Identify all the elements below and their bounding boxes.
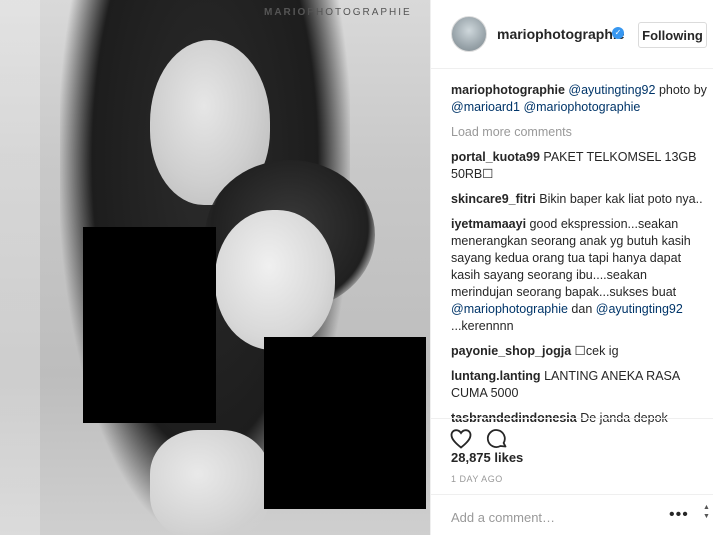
redaction-box: [264, 337, 426, 509]
list-item: payonie_shop_jogja ☐cek ig: [451, 343, 709, 360]
list-item: skincare9_fitri Bikin baper kak liat pot…: [451, 191, 709, 208]
comment-text: dan: [571, 302, 593, 316]
comment-text: Bikin baper kak liat poto nya..: [539, 192, 703, 206]
action-bar: [431, 418, 713, 449]
post-header: mariophotographie ✓ Following: [431, 0, 713, 69]
comment-username[interactable]: portal_kuota99: [451, 150, 540, 164]
mention-link[interactable]: @mariophotographie: [451, 302, 568, 316]
comment-username[interactable]: payonie_shop_jogja: [451, 344, 571, 358]
header-username[interactable]: mariophotographie: [497, 26, 625, 42]
speech-bubble-icon[interactable]: [485, 427, 509, 451]
post-timestamp: 1 DAY AGO: [451, 474, 503, 484]
mention-link[interactable]: @ayutingting92: [568, 83, 655, 97]
comment-text: ...kerennnn: [451, 319, 514, 333]
verified-badge-icon: ✓: [612, 27, 624, 39]
mention-link[interactable]: @mariophotographie: [523, 100, 640, 114]
instagram-post: MARIOPHOTOGRAPHIE mariophotographie ✓ Fo…: [0, 0, 713, 535]
comments-list: mariophotographie @ayutingting92 photo b…: [451, 82, 709, 435]
comment-username[interactable]: mariophotographie: [451, 83, 565, 97]
list-item: iyetmamaayi good ekspression...seakan me…: [451, 216, 709, 335]
list-item: luntang.lanting LANTING ANEKA RASA CUMA …: [451, 368, 709, 402]
photo-watermark: MARIOPHOTOGRAPHIE: [264, 7, 412, 18]
post-photo[interactable]: MARIOPHOTOGRAPHIE: [0, 0, 430, 535]
photo-child-face: [215, 210, 335, 350]
like-count[interactable]: 28,875 likes: [451, 450, 523, 465]
caption: mariophotographie @ayutingting92 photo b…: [451, 82, 709, 116]
heart-icon[interactable]: [449, 427, 473, 451]
following-button[interactable]: Following: [638, 22, 707, 48]
add-comment-bar: ••• ▲▼: [431, 494, 713, 536]
comment-input[interactable]: [449, 507, 673, 527]
comment-username[interactable]: iyetmamaayi: [451, 217, 526, 231]
mention-link[interactable]: @marioard1: [451, 100, 520, 114]
post-side-panel: mariophotographie ✓ Following mariophoto…: [430, 0, 713, 535]
photo-arm: [150, 430, 270, 535]
avatar[interactable]: [451, 16, 487, 52]
comment-username[interactable]: skincare9_fitri: [451, 192, 536, 206]
comment-text: ☐cek ig: [574, 344, 619, 358]
load-more-comments-link[interactable]: Load more comments: [451, 124, 709, 141]
scrollbar[interactable]: ▲ ▼: [703, 503, 710, 521]
mention-link[interactable]: @ayutingting92: [596, 302, 683, 316]
caption-text: photo by: [658, 83, 707, 97]
list-item: portal_kuota99 PAKET TELKOMSEL 13GB 50RB…: [451, 149, 709, 183]
comment-username[interactable]: luntang.lanting: [451, 369, 541, 383]
redaction-box: [83, 227, 216, 423]
ellipsis-icon[interactable]: •••: [669, 506, 689, 524]
